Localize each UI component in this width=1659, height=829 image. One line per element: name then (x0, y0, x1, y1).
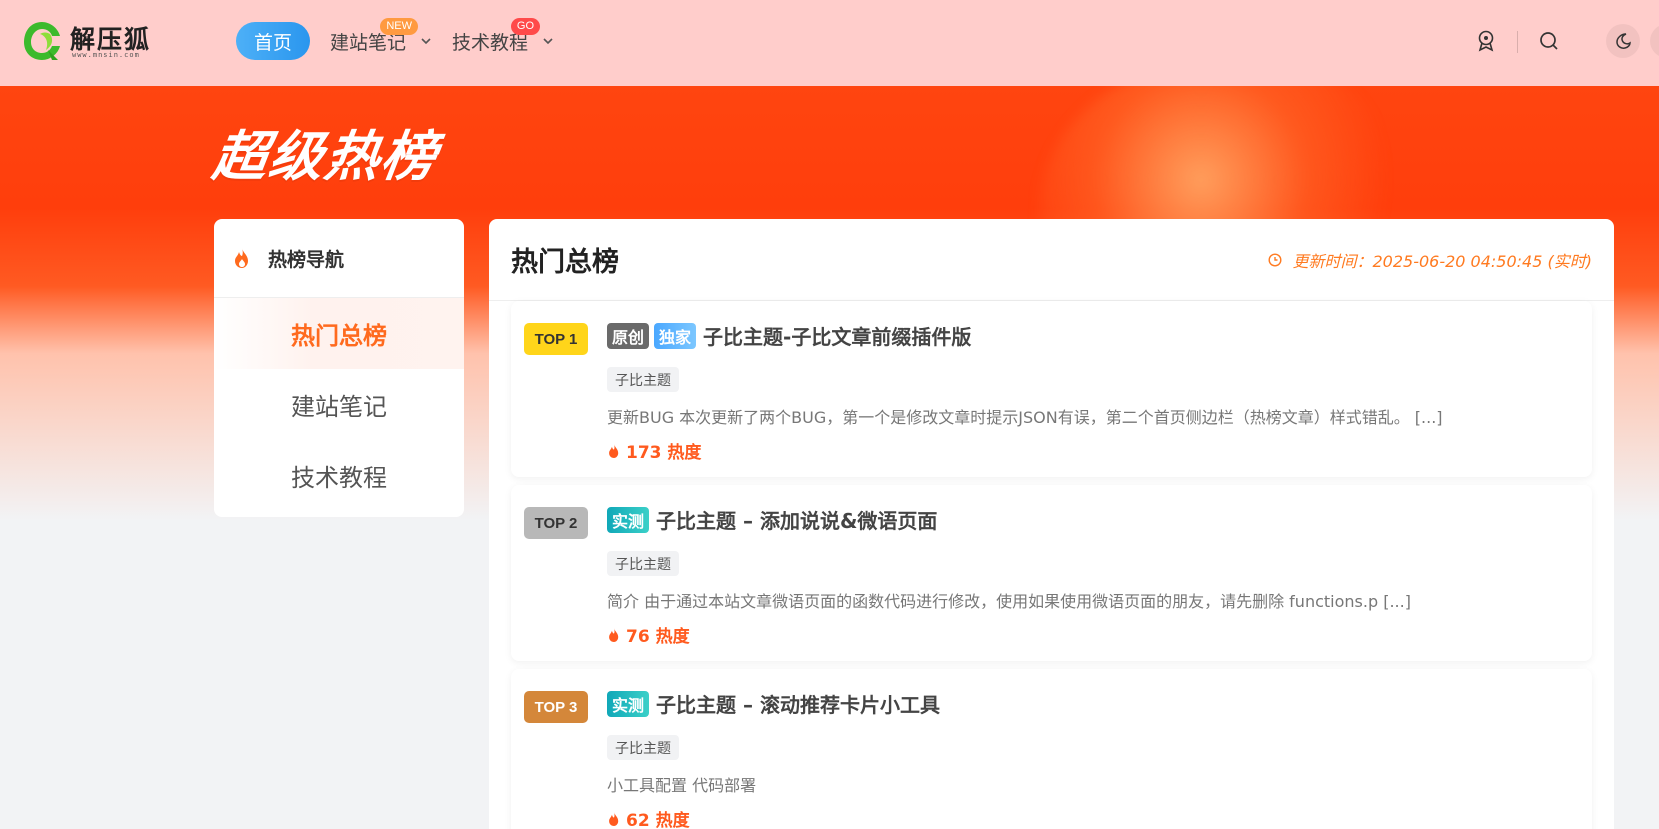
fire-icon (609, 627, 619, 642)
chevron-down-icon (543, 38, 553, 45)
hot-list-panel: 热门总榜 更新时间：2025-06-20 04:50:45 (实时) TOP 1… (489, 219, 1614, 829)
sidebar-item-site-notes[interactable]: 建站笔记 (214, 369, 464, 440)
heat-value: 76 热度 (626, 627, 690, 647)
new-badge: NEW (380, 18, 419, 35)
heat-value: 62 热度 (626, 811, 690, 829)
search-icon[interactable] (1535, 27, 1563, 55)
sidebar-header: 热榜导航 (214, 219, 464, 298)
tag-exclusive: 独家 (654, 322, 697, 349)
heat-count: 76 热度 (607, 622, 690, 647)
fox-logo-icon (24, 22, 60, 60)
header-divider (1517, 31, 1518, 53)
update-time-text: 更新时间：2025-06-20 04:50:45 (实时) (1292, 251, 1592, 271)
rank-badge: TOP 3 (524, 691, 588, 723)
sidebar-item-tutorials[interactable]: 技术教程 (214, 440, 464, 511)
post-card[interactable]: TOP 2 实测 子比主题 – 添加说说&微语页面 子比主题 简介 由于通过本站… (511, 485, 1592, 661)
post-title-link[interactable]: 子比主题 – 添加说说&微语页面 (656, 505, 937, 534)
hot-list-sidebar: 热榜导航 热门总榜 建站笔记 技术教程 (214, 219, 464, 517)
post-title-row: 实测 子比主题 – 添加说说&微语页面 (607, 505, 937, 534)
fire-icon (609, 443, 619, 458)
heat-count: 173 热度 (607, 438, 701, 463)
fire-icon (235, 248, 248, 268)
post-card[interactable]: TOP 3 实测 子比主题 – 滚动推荐卡片小工具 子比主题 小工具配置 代码部… (511, 669, 1592, 829)
category-tag[interactable]: 子比主题 (607, 367, 679, 392)
tag-tested: 实测 (607, 690, 650, 717)
page-title: 超级热榜 (208, 125, 442, 188)
moon-icon[interactable] (1606, 24, 1640, 58)
nav-home[interactable]: 首页 (236, 22, 311, 60)
post-excerpt: 简介 由于通过本站文章微语页面的函数代码进行修改，使用如果使用微语页面的朋友，请… (607, 592, 1411, 611)
nav-site-notes[interactable]: 建站笔记 NEW (330, 18, 432, 60)
chevron-down-icon (421, 38, 431, 45)
user-avatar-button[interactable] (1650, 24, 1659, 58)
post-title-row: 原创 独家 子比主题-子比文章前缀插件版 (607, 321, 971, 350)
post-excerpt: 更新BUG 本次更新了两个BUG，第一个是修改文章时提示JSON有误，第二个首页… (607, 408, 1443, 427)
sidebar-item-hot-overall[interactable]: 热门总榜 (214, 298, 464, 369)
fire-icon (609, 811, 619, 826)
post-title-row: 实测 子比主题 – 滚动推荐卡片小工具 (607, 689, 940, 718)
rank-badge: TOP 2 (524, 507, 588, 539)
clock-icon (1268, 252, 1282, 267)
post-excerpt: 小工具配置 代码部署 (607, 776, 757, 795)
tag-tested: 实测 (607, 506, 650, 533)
site-logo[interactable]: 解压狐 www.mnsin.com (22, 18, 162, 66)
update-time: 更新时间：2025-06-20 04:50:45 (实时) (1268, 248, 1592, 272)
heat-count: 62 热度 (607, 806, 690, 829)
award-icon[interactable] (1472, 27, 1500, 55)
panel-header: 热门总榜 更新时间：2025-06-20 04:50:45 (实时) (489, 219, 1614, 301)
post-card[interactable]: TOP 1 原创 独家 子比主题-子比文章前缀插件版 子比主题 更新BUG 本次… (511, 301, 1592, 477)
post-title-link[interactable]: 子比主题 – 滚动推荐卡片小工具 (656, 689, 940, 718)
category-tag[interactable]: 子比主题 (607, 735, 679, 760)
heat-value: 173 热度 (626, 443, 702, 463)
logo-url: www.mnsin.com (72, 51, 140, 59)
rank-badge: TOP 1 (524, 323, 588, 355)
panel-title: 热门总榜 (511, 247, 619, 278)
tag-original: 原创 (607, 322, 650, 349)
sidebar-heading: 热榜导航 (268, 248, 345, 271)
nav-tutorials[interactable]: 技术教程 GO (452, 18, 554, 60)
main-nav: 首页 建站笔记 NEW 技术教程 GO (236, 18, 554, 61)
post-title-link[interactable]: 子比主题-子比文章前缀插件版 (703, 321, 971, 350)
site-header: 解压狐 www.mnsin.com 首页 建站笔记 NEW 技术教程 GO (0, 0, 1659, 86)
go-badge: GO (510, 18, 541, 35)
category-tag[interactable]: 子比主题 (607, 551, 679, 576)
